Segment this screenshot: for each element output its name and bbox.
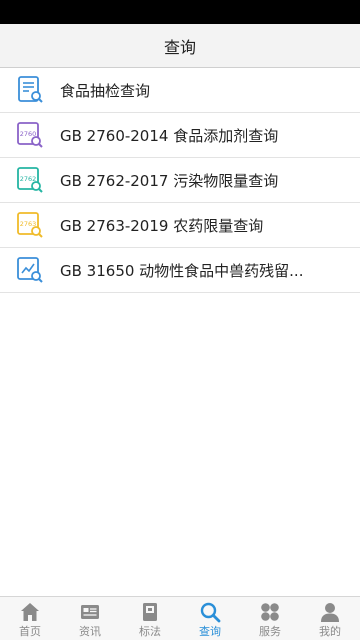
tab-label: 标法 bbox=[139, 625, 161, 638]
tab-label: 首页 bbox=[19, 625, 41, 638]
tab-label: 资讯 bbox=[79, 625, 101, 638]
tab-label: 查询 bbox=[199, 625, 221, 638]
list-item-gb2760[interactable]: 2760 GB 2760-2014 食品添加剂查询 bbox=[0, 113, 360, 158]
book-icon bbox=[138, 600, 162, 624]
page-title: 查询 bbox=[163, 37, 196, 57]
chart-search-icon bbox=[14, 254, 46, 286]
title-bar: 查询 bbox=[0, 24, 360, 68]
home-icon bbox=[18, 600, 42, 624]
list-item-label: GB 31650 动物性食品中兽药残留... bbox=[60, 261, 304, 280]
tab-query[interactable]: 查询 bbox=[180, 597, 240, 640]
services-icon bbox=[258, 600, 282, 624]
list-item-gb31650[interactable]: GB 31650 动物性食品中兽药残留... bbox=[0, 248, 360, 293]
user-icon bbox=[318, 600, 342, 624]
tab-home[interactable]: 首页 bbox=[0, 597, 60, 640]
list-item-gb2763[interactable]: 2763 GB 2763-2019 农药限量查询 bbox=[0, 203, 360, 248]
tab-mine[interactable]: 我的 bbox=[300, 597, 360, 640]
list-item-gb2762[interactable]: 2762 GB 2762-2017 污染物限量查询 bbox=[0, 158, 360, 203]
tab-label: 我的 bbox=[319, 625, 341, 638]
list-item-label: GB 2762-2017 污染物限量查询 bbox=[60, 171, 279, 190]
list-item-food-inspection[interactable]: 食品抽检查询 bbox=[0, 68, 360, 113]
query-list: 食品抽检查询 2760 GB 2760-2014 食品添加剂查询 2762 GB… bbox=[0, 68, 360, 293]
tab-standards[interactable]: 标法 bbox=[120, 597, 180, 640]
tab-services[interactable]: 服务 bbox=[240, 597, 300, 640]
tab-label: 服务 bbox=[259, 625, 281, 638]
tab-news[interactable]: 资讯 bbox=[60, 597, 120, 640]
list-item-label: GB 2760-2014 食品添加剂查询 bbox=[60, 126, 279, 145]
list-item-label: GB 2763-2019 农药限量查询 bbox=[60, 216, 264, 235]
status-bar bbox=[0, 0, 360, 24]
news-icon bbox=[78, 600, 102, 624]
standard-2762-icon: 2762 bbox=[14, 164, 46, 196]
standard-2763-icon: 2763 bbox=[14, 209, 46, 241]
search-icon bbox=[198, 600, 222, 624]
standard-2760-icon: 2760 bbox=[14, 119, 46, 151]
document-search-icon bbox=[14, 74, 46, 106]
bottom-tab-bar: 首页 资讯 标法 查询 服务 我的 bbox=[0, 596, 360, 640]
list-item-label: 食品抽检查询 bbox=[60, 81, 151, 100]
